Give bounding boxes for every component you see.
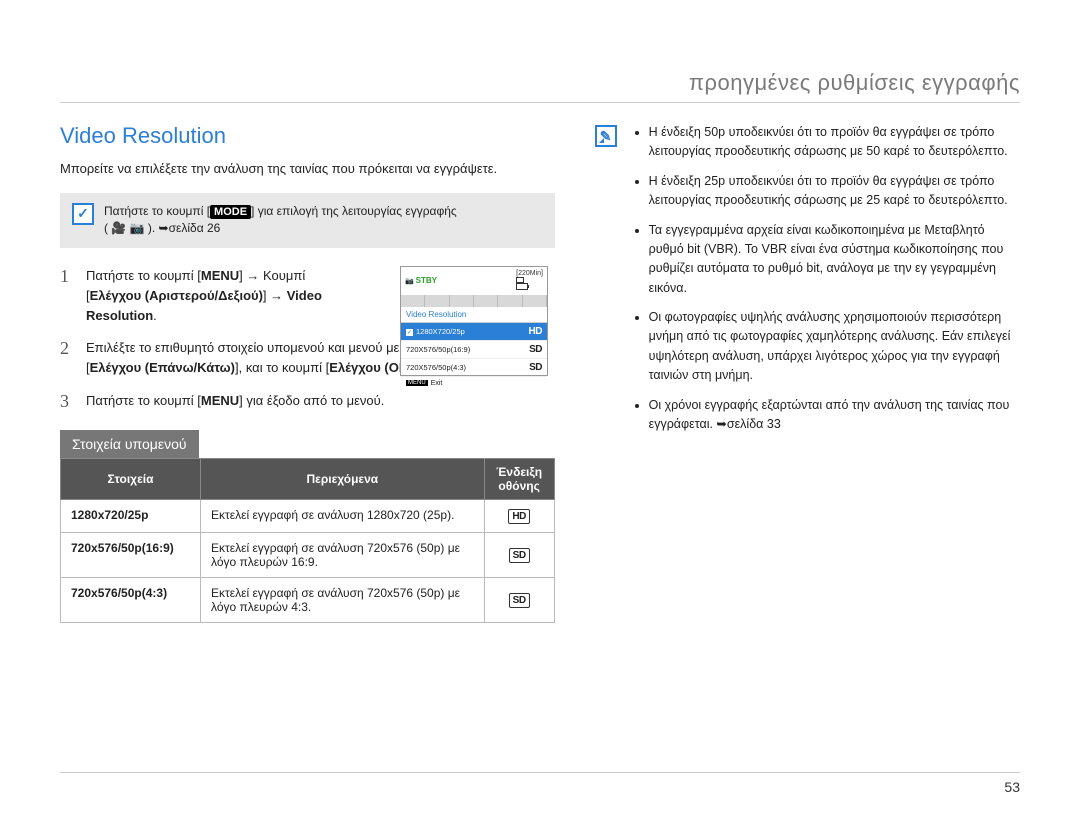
lcd-exit: MENUExit [401, 377, 547, 390]
step-3-body: Πατήστε το κουμπί [MENU] για έξοδο από τ… [86, 391, 384, 412]
lcd-item-2: 720X576/50p(4:3) SD [401, 359, 547, 377]
th-item: Στοιχεία [61, 458, 201, 499]
submenu-header: Στοιχεία υπομενού [60, 430, 199, 458]
table-row: 720x576/50p(16:9) Εκτελεί εγγραφή σε ανά… [61, 532, 555, 577]
step-1-number: 1 [60, 266, 74, 326]
check-icon: ✓ [72, 203, 94, 225]
lcd-menu-title: Video Resolution [401, 307, 547, 323]
th-badge: Ένδειξη οθόνης [484, 458, 554, 499]
lcd-preview: 📷 STBY [220Min] Video Resolution ✓1280X7… [400, 266, 548, 376]
section-title: Video Resolution [60, 123, 555, 149]
note-item: Η ένδειξη 50p υποδεικνύει ότι το προϊόν … [649, 123, 1020, 162]
tip-text: Πατήστε το κουμπί [MODE] για επιλογή της… [104, 203, 457, 238]
note-item: Οι φωτογραφίες υψηλής ανάλυσης χρησιμοπο… [649, 308, 1020, 386]
page-number: 53 [60, 772, 1020, 795]
steps-list: 📷 STBY [220Min] Video Resolution ✓1280X7… [60, 266, 555, 412]
page-header-title: προηγμένες ρυθμίσεις εγγραφής [60, 70, 1020, 103]
note-item: Η ένδειξη 25p υποδεικνύει ότι το προϊόν … [649, 172, 1020, 211]
lead-text: Μπορείτε να επιλέξετε την ανάλυση της τα… [60, 159, 555, 179]
info-icon: ✎ [595, 125, 617, 147]
tip-box: ✓ Πατήστε το κουμπί [MODE] για επιλογή τ… [60, 193, 555, 248]
table-row: 720x576/50p(4:3) Εκτελεί εγγραφή σε ανάλ… [61, 577, 555, 622]
th-desc: Περιεχόμενα [201, 458, 485, 499]
step-1-body: Πατήστε το κουμπί [MENU] → Κουμπί [Ελέγχ… [86, 266, 346, 326]
lcd-item-0: ✓1280X720/25p HD [401, 323, 547, 341]
options-table: Στοιχεία Περιεχόμενα Ένδειξη οθόνης 1280… [60, 458, 555, 623]
note-item: Οι χρόνοι εγγραφής εξαρτώνται από την αν… [649, 396, 1020, 435]
step-2-number: 2 [60, 338, 74, 378]
note-item: Τα εγγεγραμμένα αρχεία είναι κωδικοποιημ… [649, 221, 1020, 299]
notes-list: Η ένδειξη 50p υποδεικνύει ότι το προϊόν … [631, 123, 1020, 444]
lcd-item-1: 720X576/50p(16:9) SD [401, 341, 547, 359]
step-3-number: 3 [60, 391, 74, 412]
table-row: 1280x720/25p Εκτελεί εγγραφή σε ανάλυση … [61, 499, 555, 532]
